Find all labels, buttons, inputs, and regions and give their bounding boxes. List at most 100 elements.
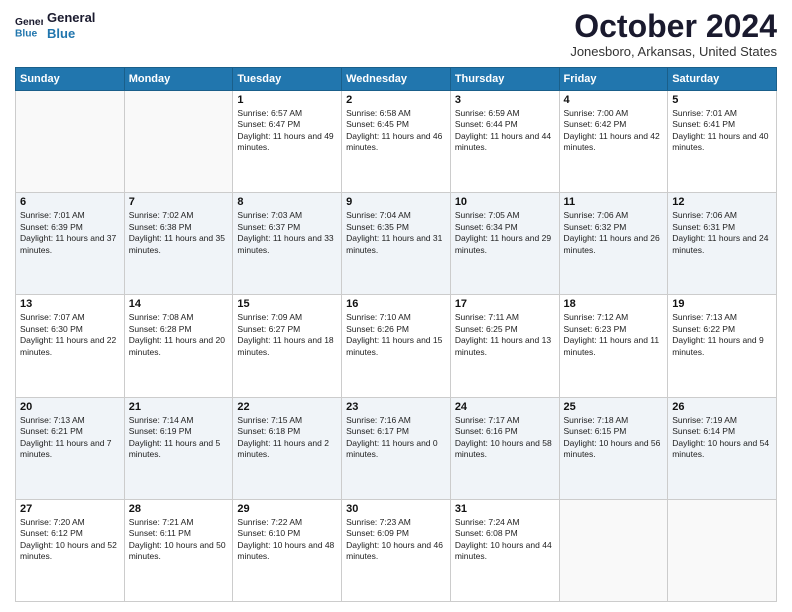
calendar-cell: 31Sunrise: 7:24 AMSunset: 6:08 PMDayligh…: [450, 499, 559, 601]
day-detail: Sunrise: 7:08 AMSunset: 6:28 PMDaylight:…: [129, 312, 229, 358]
day-detail: Sunrise: 7:17 AMSunset: 6:16 PMDaylight:…: [455, 415, 555, 461]
day-detail: Sunrise: 7:05 AMSunset: 6:34 PMDaylight:…: [455, 210, 555, 256]
calendar-cell: 18 Sunrise: 7:12 AMSunset: 6:23 PMDayligh…: [559, 295, 668, 397]
calendar-cell: 8Sunrise: 7:03 AMSunset: 6:37 PMDaylight…: [233, 193, 342, 295]
calendar-cell: [559, 499, 668, 601]
day-number: 18: [564, 298, 664, 310]
day-number: 31: [455, 503, 555, 515]
day-detail: Sunrise: 7:11 AMSunset: 6:25 PMDaylight:…: [455, 312, 555, 358]
calendar-table: SundayMondayTuesdayWednesdayThursdayFrid…: [15, 67, 777, 602]
calendar-cell: 12Sunrise: 7:06 AMSunset: 6:31 PMDayligh…: [668, 193, 777, 295]
calendar-cell: 14 Sunrise: 7:08 AMSunset: 6:28 PMDayligh…: [124, 295, 233, 397]
day-number: 7: [129, 196, 229, 208]
calendar-cell: 11 Sunrise: 7:06 AMSunset: 6:32 PMDayligh…: [559, 193, 668, 295]
calendar-cell: 16Sunrise: 7:10 AMSunset: 6:26 PMDayligh…: [342, 295, 451, 397]
calendar-week-row: 27 Sunrise: 7:20 AMSunset: 6:12 PMDayligh…: [16, 499, 777, 601]
calendar-cell: 27 Sunrise: 7:20 AMSunset: 6:12 PMDayligh…: [16, 499, 125, 601]
calendar-week-row: 1 Sunrise: 6:57 AMSunset: 6:47 PMDaylight…: [16, 91, 777, 193]
calendar-cell: 9 Sunrise: 7:04 AMSunset: 6:35 PMDaylight…: [342, 193, 451, 295]
title-block: October 2024 Jonesboro, Arkansas, United…: [570, 10, 777, 59]
day-detail: Sunrise: 7:18 AMSunset: 6:15 PMDaylight:…: [564, 415, 664, 461]
logo-icon: General Blue: [15, 12, 43, 40]
calendar-cell: 5 Sunrise: 7:01 AMSunset: 6:41 PMDaylight…: [668, 91, 777, 193]
calendar-col-header: Tuesday: [233, 68, 342, 91]
calendar-header-row: SundayMondayTuesdayWednesdayThursdayFrid…: [16, 68, 777, 91]
day-number: 10: [455, 196, 555, 208]
day-number: 1: [237, 94, 337, 106]
day-number: 6: [20, 196, 120, 208]
day-number: 17: [455, 298, 555, 310]
day-detail: Sunrise: 7:06 AMSunset: 6:32 PMDaylight:…: [564, 210, 664, 256]
day-detail: Sunrise: 7:06 AMSunset: 6:31 PMDaylight:…: [672, 210, 772, 256]
day-detail: Sunrise: 7:12 AMSunset: 6:23 PMDaylight:…: [564, 312, 664, 358]
day-number: 21: [129, 401, 229, 413]
calendar-cell: 29 Sunrise: 7:22 AMSunset: 6:10 PMDayligh…: [233, 499, 342, 601]
logo: General Blue General Blue: [15, 10, 95, 41]
day-number: 27: [20, 503, 120, 515]
day-number: 14: [129, 298, 229, 310]
page: General Blue General Blue October 2024 J…: [0, 0, 792, 612]
location: Jonesboro, Arkansas, United States: [570, 44, 777, 59]
day-number: 25: [564, 401, 664, 413]
day-detail: Sunrise: 7:01 AMSunset: 6:39 PMDaylight:…: [20, 210, 120, 256]
day-number: 9: [346, 196, 446, 208]
calendar-week-row: 20 Sunrise: 7:13 AMSunset: 6:21 PMDayligh…: [16, 397, 777, 499]
day-detail: Sunrise: 7:07 AMSunset: 6:30 PMDaylight:…: [20, 312, 120, 358]
calendar-cell: 15 Sunrise: 7:09 AMSunset: 6:27 PMDayligh…: [233, 295, 342, 397]
day-detail: Sunrise: 7:13 AMSunset: 6:21 PMDaylight:…: [20, 415, 120, 461]
calendar-cell: 3Sunrise: 6:59 AMSunset: 6:44 PMDaylight…: [450, 91, 559, 193]
calendar-col-header: Monday: [124, 68, 233, 91]
calendar-col-header: Wednesday: [342, 68, 451, 91]
day-number: 11: [564, 196, 664, 208]
calendar-cell: 6 Sunrise: 7:01 AMSunset: 6:39 PMDaylight…: [16, 193, 125, 295]
day-detail: Sunrise: 6:57 AMSunset: 6:47 PMDaylight:…: [237, 108, 337, 154]
day-number: 22: [237, 401, 337, 413]
day-detail: Sunrise: 7:20 AMSunset: 6:12 PMDaylight:…: [20, 517, 120, 563]
day-detail: Sunrise: 7:00 AMSunset: 6:42 PMDaylight:…: [564, 108, 664, 154]
calendar-cell: 4Sunrise: 7:00 AMSunset: 6:42 PMDaylight…: [559, 91, 668, 193]
day-detail: Sunrise: 7:01 AMSunset: 6:41 PMDaylight:…: [672, 108, 772, 154]
day-detail: Sunrise: 7:22 AMSunset: 6:10 PMDaylight:…: [237, 517, 337, 563]
calendar-cell: 1 Sunrise: 6:57 AMSunset: 6:47 PMDaylight…: [233, 91, 342, 193]
header: General Blue General Blue October 2024 J…: [15, 10, 777, 59]
calendar-cell: 19 Sunrise: 7:13 AMSunset: 6:22 PMDayligh…: [668, 295, 777, 397]
day-detail: Sunrise: 7:13 AMSunset: 6:22 PMDaylight:…: [672, 312, 772, 358]
day-number: 20: [20, 401, 120, 413]
day-number: 24: [455, 401, 555, 413]
calendar-cell: 22 Sunrise: 7:15 AMSunset: 6:18 PMDayligh…: [233, 397, 342, 499]
calendar-week-row: 13Sunrise: 7:07 AMSunset: 6:30 PMDayligh…: [16, 295, 777, 397]
calendar-col-header: Thursday: [450, 68, 559, 91]
day-detail: Sunrise: 7:19 AMSunset: 6:14 PMDaylight:…: [672, 415, 772, 461]
calendar-week-row: 6 Sunrise: 7:01 AMSunset: 6:39 PMDaylight…: [16, 193, 777, 295]
day-number: 26: [672, 401, 772, 413]
day-number: 3: [455, 94, 555, 106]
calendar-cell: [16, 91, 125, 193]
calendar-cell: 2Sunrise: 6:58 AMSunset: 6:45 PMDaylight…: [342, 91, 451, 193]
day-detail: Sunrise: 7:16 AMSunset: 6:17 PMDaylight:…: [346, 415, 446, 461]
svg-text:General: General: [15, 17, 43, 28]
day-detail: Sunrise: 7:23 AMSunset: 6:09 PMDaylight:…: [346, 517, 446, 563]
month-title: October 2024: [570, 10, 777, 42]
calendar-cell: [668, 499, 777, 601]
day-number: 23: [346, 401, 446, 413]
calendar-col-header: Sunday: [16, 68, 125, 91]
calendar-cell: 25 Sunrise: 7:18 AMSunset: 6:15 PMDayligh…: [559, 397, 668, 499]
calendar-col-header: Saturday: [668, 68, 777, 91]
day-number: 29: [237, 503, 337, 515]
day-number: 30: [346, 503, 446, 515]
day-number: 19: [672, 298, 772, 310]
svg-text:Blue: Blue: [15, 28, 38, 39]
day-number: 16: [346, 298, 446, 310]
calendar-cell: 10 Sunrise: 7:05 AMSunset: 6:34 PMDayligh…: [450, 193, 559, 295]
day-detail: Sunrise: 6:58 AMSunset: 6:45 PMDaylight:…: [346, 108, 446, 154]
day-detail: Sunrise: 7:14 AMSunset: 6:19 PMDaylight:…: [129, 415, 229, 461]
calendar-col-header: Friday: [559, 68, 668, 91]
calendar-cell: 21 Sunrise: 7:14 AMSunset: 6:19 PMDayligh…: [124, 397, 233, 499]
day-detail: Sunrise: 7:04 AMSunset: 6:35 PMDaylight:…: [346, 210, 446, 256]
day-number: 28: [129, 503, 229, 515]
day-detail: Sunrise: 7:09 AMSunset: 6:27 PMDaylight:…: [237, 312, 337, 358]
calendar-cell: 7Sunrise: 7:02 AMSunset: 6:38 PMDaylight…: [124, 193, 233, 295]
day-number: 5: [672, 94, 772, 106]
day-number: 15: [237, 298, 337, 310]
day-detail: Sunrise: 7:15 AMSunset: 6:18 PMDaylight:…: [237, 415, 337, 461]
